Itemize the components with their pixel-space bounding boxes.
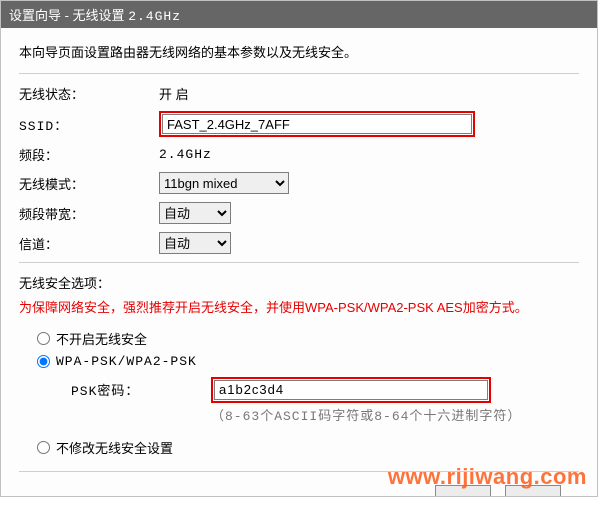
label-channel: 信道： (19, 234, 159, 253)
radio-wpa[interactable] (37, 355, 50, 368)
value-wireless-status: 开 启 (159, 84, 189, 103)
divider-mid (19, 262, 579, 263)
psk-hint: （8-63个ASCII码字符或8-64个十六进制字符） (211, 405, 579, 424)
row-wireless-mode: 无线模式： 11bgn mixed (19, 172, 579, 194)
intro-text: 本向导页面设置路由器无线网络的基本参数以及无线安全。 (19, 42, 579, 61)
label-band: 频段： (19, 145, 159, 164)
panel-body: 本向导页面设置路由器无线网络的基本参数以及无线安全。 无线状态： 开 启 SSI… (1, 28, 597, 496)
radio-label-disable: 不开启无线安全 (56, 329, 147, 348)
radio-row-disable[interactable]: 不开启无线安全 (37, 329, 579, 348)
prev-button[interactable] (435, 485, 491, 496)
security-title: 无线安全选项： (19, 273, 579, 292)
security-options: 不开启无线安全 WPA-PSK/WPA2-PSK PSK密码： （8-63个AS… (37, 329, 579, 457)
label-ssid: SSID： (19, 115, 159, 134)
label-bandwidth: 频段带宽： (19, 204, 159, 223)
window-title: 设置向导 - 无线设置 2.4GHz (1, 1, 597, 28)
row-band: 频段： 2.4GHz (19, 145, 579, 164)
ssid-input[interactable] (162, 114, 472, 134)
radio-keep[interactable] (37, 441, 50, 454)
highlight-psk (211, 377, 491, 403)
label-wireless-status: 无线状态： (19, 84, 159, 103)
wireless-mode-select[interactable]: 11bgn mixed (159, 172, 289, 194)
title-text: 设置向导 - 无线设置 (9, 8, 125, 23)
highlight-ssid (159, 111, 475, 137)
row-ssid: SSID： (19, 111, 579, 137)
bandwidth-select[interactable]: 自动 (159, 202, 231, 224)
title-band: 2.4GHz (128, 9, 181, 24)
divider-top (19, 73, 579, 74)
row-bandwidth: 频段带宽： 自动 (19, 202, 579, 224)
psk-input[interactable] (214, 380, 488, 400)
radio-row-wpa[interactable]: WPA-PSK/WPA2-PSK (37, 354, 579, 369)
button-row (435, 485, 561, 496)
value-band: 2.4GHz (159, 147, 212, 162)
row-wireless-status: 无线状态： 开 启 (19, 84, 579, 103)
label-wireless-mode: 无线模式： (19, 174, 159, 193)
wizard-panel: 设置向导 - 无线设置 2.4GHz 本向导页面设置路由器无线网络的基本参数以及… (0, 0, 598, 497)
radio-row-keep[interactable]: 不修改无线安全设置 (37, 438, 579, 457)
radio-label-keep: 不修改无线安全设置 (56, 438, 173, 457)
channel-select[interactable]: 自动 (159, 232, 231, 254)
row-channel: 信道： 自动 (19, 232, 579, 254)
radio-label-wpa: WPA-PSK/WPA2-PSK (56, 354, 197, 369)
radio-disable[interactable] (37, 332, 50, 345)
divider-bottom (19, 471, 579, 472)
row-psk: PSK密码： (71, 377, 579, 403)
security-warning: 为保障网络安全，强烈推荐开启无线安全，并使用WPA-PSK/WPA2-PSK A… (19, 298, 579, 319)
label-psk: PSK密码： (71, 380, 211, 399)
next-button[interactable] (505, 485, 561, 496)
